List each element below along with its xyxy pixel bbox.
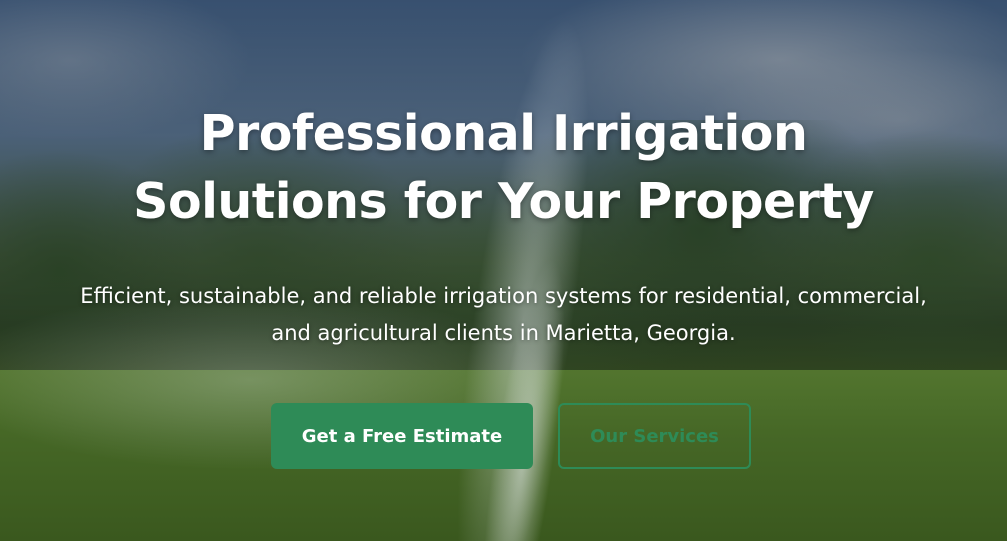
hero-subtext: Efficient, sustainable, and reliable irr… (0, 278, 1007, 352)
hero-headline: Professional Irrigation Solutions for Yo… (0, 100, 1007, 236)
our-services-button[interactable]: Our Services (558, 403, 751, 469)
hero-subtext-line-1: Efficient, sustainable, and reliable irr… (80, 284, 927, 308)
hero-section: Professional Irrigation Solutions for Yo… (0, 0, 1007, 541)
get-free-estimate-button[interactable]: Get a Free Estimate (271, 403, 533, 469)
hero-content: Professional Irrigation Solutions for Yo… (0, 0, 1007, 541)
hero-subtext-line-2: and agricultural clients in Marietta, Ge… (271, 321, 736, 345)
hero-headline-line-1: Professional Irrigation (199, 105, 808, 162)
hero-headline-line-2: Solutions for Your Property (133, 173, 874, 230)
